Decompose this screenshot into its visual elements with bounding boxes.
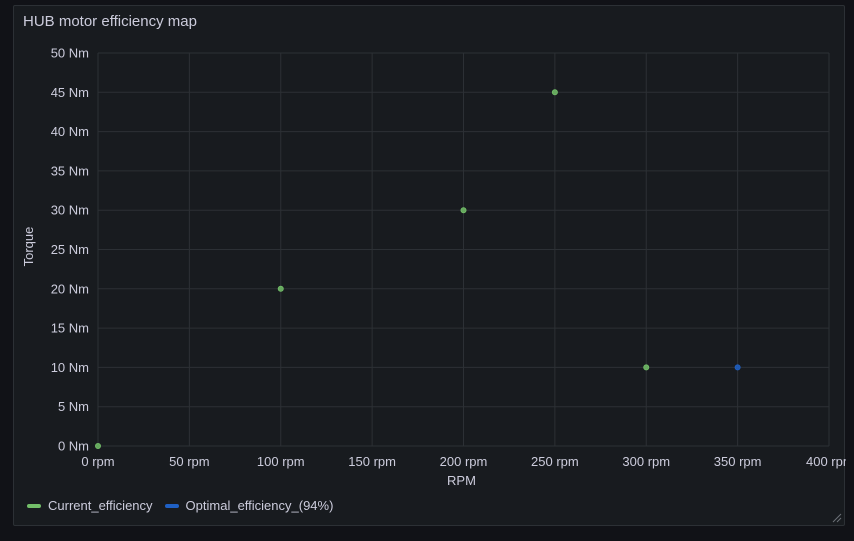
scatter-chart: 0 Nm 5 Nm 10 Nm 15 Nm 20 Nm 25 Nm 30 Nm 35 Nm 40… [21, 46, 846, 489]
grid-lines [97, 52, 830, 447]
x-tick-label: 200 rpm [440, 454, 488, 469]
y-tick-label: 0 Nm [58, 439, 89, 454]
data-points [95, 89, 741, 449]
data-point[interactable] [95, 442, 102, 449]
y-tick-label: 45 Nm [51, 85, 89, 100]
x-axis-title: RPM [447, 473, 476, 488]
legend-label: Optimal_efficiency_(94%) [185, 498, 334, 513]
legend-swatch [164, 503, 179, 508]
data-point[interactable] [277, 285, 284, 292]
y-tick-label: 15 Nm [51, 321, 89, 336]
y-tick-label: 5 Nm [58, 399, 89, 414]
x-tick-label: 250 rpm [531, 454, 579, 469]
y-tick-label: 40 Nm [51, 124, 89, 139]
x-tick-label: 350 rpm [714, 454, 762, 469]
x-tick-label: 150 rpm [348, 454, 396, 469]
x-axis-ticks: 0 rpm 50 rpm 100 rpm 150 rpm 200 rpm 250 rpm 3… [81, 454, 846, 469]
y-tick-label: 20 Nm [51, 281, 89, 296]
chart-panel: HUB motor efficiency map 0 Nm 5 Nm 10 Nm 15… [13, 5, 846, 526]
y-tick-label: 25 Nm [51, 242, 89, 257]
y-tick-label: 50 Nm [51, 46, 89, 61]
data-point[interactable] [643, 364, 650, 371]
x-tick-label: 400 rpm [806, 454, 846, 469]
y-tick-label: 10 Nm [51, 360, 89, 375]
y-axis-ticks: 0 Nm 5 Nm 10 Nm 15 Nm 20 Nm 25 Nm 30 Nm 35 Nm 40… [51, 46, 89, 454]
y-axis-title: Torque [21, 227, 36, 267]
x-tick-label: 50 rpm [169, 454, 209, 469]
x-tick-label: 0 rpm [81, 454, 114, 469]
legend-swatch [27, 503, 41, 508]
legend: Current_efficiency Optimal_efficiency_(9… [27, 498, 333, 513]
data-point[interactable] [460, 207, 467, 214]
resize-handle-icon[interactable] [830, 511, 842, 523]
x-tick-label: 100 rpm [257, 454, 305, 469]
y-tick-label: 35 Nm [51, 163, 89, 178]
legend-label: Current_efficiency [48, 498, 153, 513]
legend-item-current-efficiency[interactable]: Current_efficiency [27, 498, 153, 513]
legend-item-optimal-efficiency[interactable]: Optimal_efficiency_(94%) [164, 498, 334, 513]
data-point[interactable] [734, 364, 741, 371]
x-tick-label: 300 rpm [622, 454, 670, 469]
data-point[interactable] [551, 89, 558, 96]
y-tick-label: 30 Nm [51, 203, 89, 218]
